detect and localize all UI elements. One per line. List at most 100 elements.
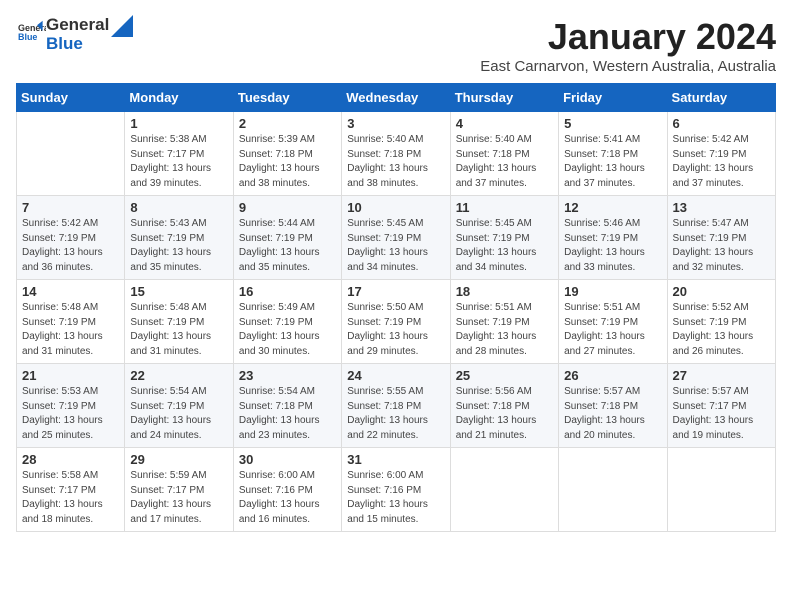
- day-number: 15: [130, 284, 227, 299]
- day-number: 30: [239, 452, 336, 467]
- calendar-cell: 19Sunrise: 5:51 AM Sunset: 7:19 PM Dayli…: [559, 280, 667, 364]
- day-number: 12: [564, 200, 661, 215]
- calendar-week-row: 14 Sunrise: 5:48 AM Sunset: 7:19 PM Dayli…: [17, 280, 776, 364]
- day-info: Sunrise: 5:46 AM Sunset: 7:19 PM Dayligh…: [564, 217, 661, 275]
- day-info: Sunrise: 5:53 AM Sunset: 7:19 PM Dayligh…: [22, 385, 119, 443]
- calendar-cell: [667, 448, 775, 532]
- calendar-cell: 2 Sunrise: 5:39 AM Sunset: 7:18 PM Daylig…: [233, 112, 341, 196]
- day-number: 5: [564, 116, 661, 131]
- calendar-cell: 30 Sunrise: 6:00 AM Sunset: 7:16 PM Dayli…: [233, 448, 341, 532]
- day-number: 16: [239, 284, 336, 299]
- calendar-cell: 10 Sunrise: 5:45 AM Sunset: 7:19 PM Dayli…: [342, 196, 450, 280]
- day-number: 10: [347, 200, 444, 215]
- day-info: Sunrise: 5:40 AM Sunset: 7:18 PM Dayligh…: [456, 133, 553, 191]
- day-number: 2: [239, 116, 336, 131]
- logo-triangle-icon: [111, 15, 133, 37]
- logo-text: General Blue: [16, 18, 46, 51]
- day-info: Sunrise: 6:00 AM Sunset: 7:16 PM Dayligh…: [347, 469, 444, 527]
- day-number: 4: [456, 116, 553, 131]
- calendar-cell: 15 Sunrise: 5:48 AM Sunset: 7:19 PM Dayli…: [125, 280, 233, 364]
- day-info: Sunrise: 5:45 AM Sunset: 7:19 PM Dayligh…: [347, 217, 444, 275]
- calendar-cell: 9 Sunrise: 5:44 AM Sunset: 7:19 PM Daylig…: [233, 196, 341, 280]
- calendar-cell: 27Sunrise: 5:57 AM Sunset: 7:17 PM Dayli…: [667, 364, 775, 448]
- calendar-cell: 31Sunrise: 6:00 AM Sunset: 7:16 PM Dayli…: [342, 448, 450, 532]
- weekday-header: Thursday: [450, 84, 558, 112]
- day-info: Sunrise: 5:57 AM Sunset: 7:18 PM Dayligh…: [564, 385, 661, 443]
- day-number: 24: [347, 368, 444, 383]
- day-number: 1: [130, 116, 227, 131]
- weekday-header: Wednesday: [342, 84, 450, 112]
- calendar-cell: 29Sunrise: 5:59 AM Sunset: 7:17 PM Dayli…: [125, 448, 233, 532]
- calendar-cell: 5 Sunrise: 5:41 AM Sunset: 7:18 PM Daylig…: [559, 112, 667, 196]
- day-info: Sunrise: 5:38 AM Sunset: 7:17 PM Dayligh…: [130, 133, 227, 191]
- calendar-cell: [559, 448, 667, 532]
- svg-text:Blue: Blue: [18, 32, 37, 42]
- calendar-cell: 4 Sunrise: 5:40 AM Sunset: 7:18 PM Daylig…: [450, 112, 558, 196]
- day-info: Sunrise: 5:39 AM Sunset: 7:18 PM Dayligh…: [239, 133, 336, 191]
- calendar-cell: [450, 448, 558, 532]
- day-number: 3: [347, 116, 444, 131]
- day-number: 13: [673, 200, 770, 215]
- calendar-cell: 1 Sunrise: 5:38 AM Sunset: 7:17 PM Daylig…: [125, 112, 233, 196]
- day-info: Sunrise: 5:40 AM Sunset: 7:18 PM Dayligh…: [347, 133, 444, 191]
- day-number: 21: [22, 368, 119, 383]
- day-info: Sunrise: 5:51 AM Sunset: 7:19 PM Dayligh…: [456, 301, 553, 359]
- calendar-week-row: 7 Sunrise: 5:42 AM Sunset: 7:19 PM Daylig…: [17, 196, 776, 280]
- calendar-cell: 25 Sunrise: 5:56 AM Sunset: 7:18 PM Dayli…: [450, 364, 558, 448]
- page-header: General Blue General Blue January 2024 E…: [16, 16, 776, 75]
- day-number: 26: [564, 368, 661, 383]
- day-number: 8: [130, 200, 227, 215]
- day-number: 20: [673, 284, 770, 299]
- day-info: Sunrise: 6:00 AM Sunset: 7:16 PM Dayligh…: [239, 469, 336, 527]
- logo-icon: General Blue: [18, 18, 46, 46]
- weekday-header: Friday: [559, 84, 667, 112]
- weekday-header: Saturday: [667, 84, 775, 112]
- calendar-cell: 13 Sunrise: 5:47 AM Sunset: 7:19 PM Dayli…: [667, 196, 775, 280]
- calendar-cell: 11Sunrise: 5:45 AM Sunset: 7:19 PM Dayli…: [450, 196, 558, 280]
- calendar-cell: 7 Sunrise: 5:42 AM Sunset: 7:19 PM Daylig…: [17, 196, 125, 280]
- calendar-cell: 16Sunrise: 5:49 AM Sunset: 7:19 PM Dayli…: [233, 280, 341, 364]
- calendar-cell: 23Sunrise: 5:54 AM Sunset: 7:18 PM Dayli…: [233, 364, 341, 448]
- day-number: 23: [239, 368, 336, 383]
- day-number: 29: [130, 452, 227, 467]
- day-info: Sunrise: 5:42 AM Sunset: 7:19 PM Dayligh…: [673, 133, 770, 191]
- calendar-cell: 6 Sunrise: 5:42 AM Sunset: 7:19 PM Daylig…: [667, 112, 775, 196]
- logo-blue: Blue: [46, 35, 109, 54]
- day-info: Sunrise: 5:47 AM Sunset: 7:19 PM Dayligh…: [673, 217, 770, 275]
- day-info: Sunrise: 5:42 AM Sunset: 7:19 PM Dayligh…: [22, 217, 119, 275]
- day-info: Sunrise: 5:50 AM Sunset: 7:19 PM Dayligh…: [347, 301, 444, 359]
- day-number: 11: [456, 200, 553, 215]
- day-info: Sunrise: 5:56 AM Sunset: 7:18 PM Dayligh…: [456, 385, 553, 443]
- calendar-table: SundayMondayTuesdayWednesdayThursdayFrid…: [16, 83, 776, 532]
- day-number: 7: [22, 200, 119, 215]
- weekday-header: Sunday: [17, 84, 125, 112]
- calendar-cell: 8 Sunrise: 5:43 AM Sunset: 7:19 PM Daylig…: [125, 196, 233, 280]
- day-number: 27: [673, 368, 770, 383]
- calendar-cell: 17Sunrise: 5:50 AM Sunset: 7:19 PM Dayli…: [342, 280, 450, 364]
- day-number: 9: [239, 200, 336, 215]
- calendar-cell: 28Sunrise: 5:58 AM Sunset: 7:17 PM Dayli…: [17, 448, 125, 532]
- day-info: Sunrise: 5:41 AM Sunset: 7:18 PM Dayligh…: [564, 133, 661, 191]
- day-number: 18: [456, 284, 553, 299]
- calendar-cell: 22 Sunrise: 5:54 AM Sunset: 7:19 PM Dayli…: [125, 364, 233, 448]
- day-number: 6: [673, 116, 770, 131]
- calendar-cell: 26 Sunrise: 5:57 AM Sunset: 7:18 PM Dayli…: [559, 364, 667, 448]
- day-number: 14: [22, 284, 119, 299]
- calendar-week-row: 1 Sunrise: 5:38 AM Sunset: 7:17 PM Daylig…: [17, 112, 776, 196]
- day-info: Sunrise: 5:52 AM Sunset: 7:19 PM Dayligh…: [673, 301, 770, 359]
- title-block: January 2024 East Carnarvon, Western Aus…: [480, 16, 776, 75]
- calendar-week-row: 21 Sunrise: 5:53 AM Sunset: 7:19 PM Dayli…: [17, 364, 776, 448]
- day-number: 22: [130, 368, 227, 383]
- calendar-cell: [17, 112, 125, 196]
- calendar-cell: 21 Sunrise: 5:53 AM Sunset: 7:19 PM Dayli…: [17, 364, 125, 448]
- weekday-header: Monday: [125, 84, 233, 112]
- day-number: 25: [456, 368, 553, 383]
- day-info: Sunrise: 5:54 AM Sunset: 7:19 PM Dayligh…: [130, 385, 227, 443]
- calendar-week-row: 28Sunrise: 5:58 AM Sunset: 7:17 PM Dayli…: [17, 448, 776, 532]
- calendar-cell: 14Sunrise: 5:48 AM Sunset: 7:19 PM Dayli…: [17, 280, 125, 364]
- calendar-subtitle: East Carnarvon, Western Australia, Austr…: [480, 58, 776, 75]
- day-info: Sunrise: 5:44 AM Sunset: 7:19 PM Dayligh…: [239, 217, 336, 275]
- calendar-cell: 18 Sunrise: 5:51 AM Sunset: 7:19 PM Dayli…: [450, 280, 558, 364]
- day-info: Sunrise: 5:48 AM Sunset: 7:19 PM Dayligh…: [130, 301, 227, 359]
- day-info: Sunrise: 5:43 AM Sunset: 7:19 PM Dayligh…: [130, 217, 227, 275]
